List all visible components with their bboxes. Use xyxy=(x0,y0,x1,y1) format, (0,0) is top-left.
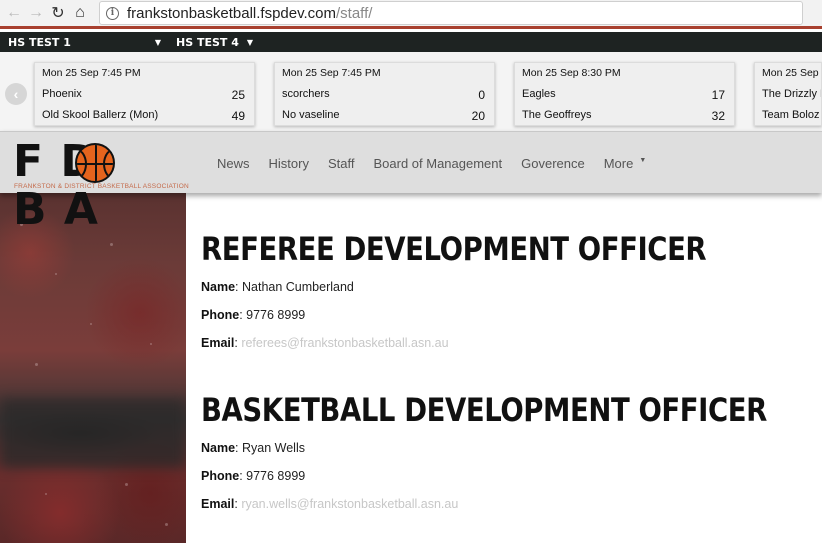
team-name: Team Boloz xyxy=(762,109,820,121)
scores-carousel: ‹ Mon 25 Sep 7:45 PM Phoenix 25 Old Skool… xyxy=(0,52,822,131)
team-name: Phoenix xyxy=(42,88,82,100)
game-team-row: Old Skool Ballerz (Mon) 49 xyxy=(42,109,245,123)
team-name: scorchers xyxy=(282,88,330,100)
competition-select-right-label: HS TEST 4 xyxy=(176,35,239,49)
competition-select-right[interactable]: HS TEST 4 ▼ xyxy=(176,32,253,52)
decorative-texture xyxy=(0,193,186,543)
section-title: REFEREE DEVELOPMENT OFFICER xyxy=(201,230,707,268)
game-team-row: The Geoffreys 32 xyxy=(522,109,725,123)
game-team-row: scorchers 0 xyxy=(282,88,485,102)
nav-item-history[interactable]: History xyxy=(269,156,309,171)
team-score: 49 xyxy=(231,109,245,123)
competition-selector-bar: HS TEST 1 ▼ HS TEST 4 ▼ xyxy=(0,32,822,52)
staff-phone-field: Phone: 9776 8999 xyxy=(201,308,306,322)
game-team-row: Phoenix 25 xyxy=(42,88,245,102)
nav-item-more[interactable]: More ▼ xyxy=(604,156,647,171)
team-name: The Drizzly Be xyxy=(762,88,821,100)
staff-email-field: Email: referees@frankstonbasketball.asn.… xyxy=(201,336,449,350)
game-card[interactable]: Mon 25 Sep 7:45 PM Phoenix 25 Old Skool B… xyxy=(34,62,255,126)
staff-email-link[interactable]: ryan.wells@frankstonbasketball.asn.au xyxy=(241,497,458,511)
team-score: 0 xyxy=(478,88,485,102)
competition-select-left[interactable]: HS TEST 1 ▼ xyxy=(8,32,161,52)
team-name: No vaseline xyxy=(282,109,340,121)
game-card[interactable]: Mon 25 Sep 7:45 PM scorchers 0 No vaselin… xyxy=(274,62,495,126)
site-logo[interactable]: F D B A FRANKSTON & DISTRICT BASKETBALL … xyxy=(13,138,189,234)
game-card[interactable]: Mon 25 Sep 8:30 PM Eagles 17 The Geoffrey… xyxy=(514,62,735,126)
team-score: 20 xyxy=(471,109,485,123)
staff-name: Ryan Wells xyxy=(242,441,305,455)
field-label: Email xyxy=(201,497,235,511)
staff-phone: 9776 8999 xyxy=(246,308,306,322)
site-header: F D B A FRANKSTON & DISTRICT BASKETBALL … xyxy=(0,131,822,234)
address-bar[interactable]: i frankstonbasketball.fspdev.com/staff/ xyxy=(99,1,803,25)
team-score: 17 xyxy=(711,88,725,102)
field-label: Phone xyxy=(201,308,240,322)
game-date: Mon 25 Sep 9:1 xyxy=(762,67,821,79)
chevron-down-icon: ▼ xyxy=(246,37,254,47)
main-nav: News History Staff Board of Management G… xyxy=(217,132,665,194)
team-score: 25 xyxy=(231,88,245,102)
staff-name-field: Name: Nathan Cumberland xyxy=(201,280,354,294)
staff-phone-field: Phone: 9776 8999 xyxy=(201,469,306,483)
url-host: frankstonbasketball.fspdev.com xyxy=(127,4,336,22)
game-team-row: The Drizzly Be xyxy=(762,88,821,100)
basketball-icon xyxy=(75,143,115,183)
staff-phone: 9776 8999 xyxy=(246,469,306,483)
staff-email-link[interactable]: referees@frankstonbasketball.asn.au xyxy=(241,336,448,350)
game-date: Mon 25 Sep 8:30 PM xyxy=(522,67,621,79)
staff-email-field: Email: ryan.wells@frankstonbasketball.as… xyxy=(201,497,459,511)
staff-name: Nathan Cumberland xyxy=(242,280,354,294)
chevron-down-icon: ▼ xyxy=(154,37,162,47)
nav-item-staff[interactable]: Staff xyxy=(328,156,355,171)
forward-arrow-icon[interactable]: → xyxy=(25,2,47,24)
team-name: Eagles xyxy=(522,88,556,100)
team-score: 32 xyxy=(711,109,725,123)
game-date: Mon 25 Sep 7:45 PM xyxy=(282,67,381,79)
field-label: Email xyxy=(201,336,235,350)
game-date: Mon 25 Sep 7:45 PM xyxy=(42,67,141,79)
reload-icon[interactable]: ↻ xyxy=(47,2,69,24)
competition-select-left-label: HS TEST 1 xyxy=(8,35,71,49)
field-label: Phone xyxy=(201,469,240,483)
field-label: Name xyxy=(201,441,236,455)
url-path: /staff/ xyxy=(336,4,373,22)
game-team-row: Eagles 17 xyxy=(522,88,725,102)
carousel-prev-icon[interactable]: ‹ xyxy=(5,83,27,105)
game-card[interactable]: Mon 25 Sep 9:1 The Drizzly Be Team Boloz xyxy=(754,62,822,126)
info-icon[interactable]: i xyxy=(106,6,119,20)
team-name: The Geoffreys xyxy=(522,109,592,121)
nav-item-goverence[interactable]: Goverence xyxy=(521,156,585,171)
browser-toolbar: ← → ↻ ⌂ i frankstonbasketball.fspdev.com… xyxy=(0,0,822,29)
back-arrow-icon[interactable]: ← xyxy=(3,2,25,24)
game-team-row: No vaseline 20 xyxy=(282,109,485,123)
section-title: BASKETBALL DEVELOPMENT OFFICER xyxy=(201,391,767,429)
staff-name-field: Name: Ryan Wells xyxy=(201,441,305,455)
nav-item-board-of-management[interactable]: Board of Management xyxy=(373,156,502,171)
field-label: Name xyxy=(201,280,236,294)
home-icon[interactable]: ⌂ xyxy=(69,2,91,24)
team-name: Old Skool Ballerz (Mon) xyxy=(42,109,159,121)
nav-item-news[interactable]: News xyxy=(217,156,250,171)
logo-subtitle: FRANKSTON & DISTRICT BASKETBALL ASSOCIAT… xyxy=(14,183,189,190)
nav-more-label: More xyxy=(603,155,634,171)
game-team-row: Team Boloz xyxy=(762,109,819,121)
chevron-down-icon: ▼ xyxy=(639,156,647,164)
